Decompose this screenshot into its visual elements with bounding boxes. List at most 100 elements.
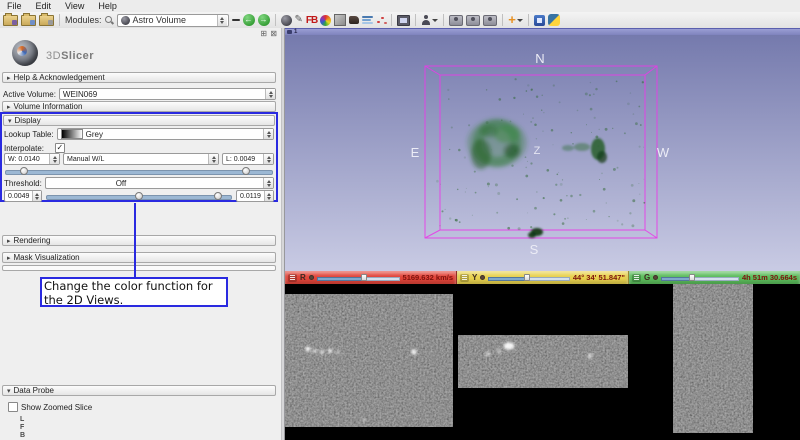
threshold-range-slider[interactable] — [45, 191, 233, 201]
section-display[interactable]: Display — [3, 115, 275, 126]
slice-image-views[interactable] — [285, 284, 800, 440]
menu-file[interactable]: File — [0, 1, 29, 11]
yellow-slice-controller[interactable]: Y 44° 34' 51.847" — [457, 271, 629, 284]
fb-module-icon[interactable]: FB — [306, 15, 318, 26]
slider-handle[interactable] — [524, 274, 531, 281]
toolbar-separator — [391, 14, 393, 26]
wl-mode-selector[interactable]: Manual W/L — [63, 153, 219, 165]
display-section-highlight-box: Display Lookup Table: Grey Interpolate: … — [0, 112, 278, 202]
section-mask-visualization[interactable]: Mask Visualization — [2, 252, 276, 263]
view3d-render-area[interactable]: N E Z W S — [285, 35, 800, 271]
section-help-acknowledgement[interactable]: Help & Acknowledgement — [2, 72, 276, 83]
section-data-probe[interactable]: Data Probe — [2, 385, 276, 396]
section-volume-information[interactable]: Volume Information — [2, 101, 276, 112]
menu-view[interactable]: View — [58, 1, 91, 11]
view3d-pin-icon[interactable] — [287, 30, 292, 34]
slice-pin-icon[interactable] — [308, 275, 314, 280]
slice-pin-icon[interactable] — [653, 275, 659, 280]
show-zoomed-slice-label: Show Zoomed Slice — [21, 402, 93, 412]
spinbox-arrows-icon — [263, 154, 273, 164]
slider-handle[interactable] — [361, 274, 368, 281]
menu-help[interactable]: Help — [91, 1, 124, 11]
combo-arrows-icon — [265, 89, 275, 99]
annotation-pointer-line — [134, 203, 136, 277]
screenshot-icon[interactable] — [397, 14, 411, 26]
window-level-range-slider[interactable] — [4, 167, 274, 176]
module-history-button[interactable] — [231, 19, 240, 21]
collapse-arrow-icon — [7, 236, 11, 245]
green-slice-image[interactable] — [673, 284, 753, 433]
module-search-icon[interactable] — [104, 15, 114, 25]
slider-handle-min[interactable] — [135, 191, 144, 200]
menu-edit[interactable]: Edit — [29, 1, 59, 11]
combo-arrows-icon — [216, 14, 227, 26]
slider-handle[interactable] — [689, 274, 696, 281]
orientation-label-w: W — [657, 145, 670, 160]
window-spinbox[interactable]: W: 0.0140 — [4, 153, 60, 165]
slice-view-letter: Y — [472, 273, 478, 282]
slice-view-letter: R — [300, 273, 306, 282]
toolbar-separator — [274, 14, 276, 26]
slice-pin-icon[interactable] — [480, 275, 486, 280]
grey-colormap-swatch-icon — [60, 129, 83, 139]
capture-view-icon-3[interactable] — [483, 14, 498, 26]
add-plus-button[interactable]: + — [508, 13, 523, 26]
section-rendering[interactable]: Rendering — [2, 235, 276, 246]
panel-popup-icon[interactable]: ⊞ — [260, 30, 267, 38]
load-data-button[interactable] — [21, 12, 36, 26]
user-account-button[interactable] — [421, 14, 439, 26]
green-slice-controller[interactable]: G 4h 51m 30.664s — [629, 271, 800, 284]
lookup-table-label: Lookup Table: — [4, 129, 54, 139]
slice-offset-slider[interactable] — [488, 274, 570, 282]
section-label: Display — [14, 116, 41, 125]
slice-menu-icon[interactable] — [460, 273, 469, 282]
yellow-slice-image[interactable] — [458, 335, 628, 388]
python-console-icon[interactable] — [547, 14, 560, 26]
slice-menu-icon[interactable] — [632, 273, 641, 282]
view3d-controller-bar[interactable]: 1 — [285, 28, 800, 35]
panel-close-icon[interactable]: ⊠ — [270, 30, 277, 38]
show-zoomed-slice-checkbox[interactable] — [8, 402, 18, 412]
annotate-pencil-icon[interactable]: ✎ — [295, 15, 303, 25]
volume-cube-icon[interactable] — [334, 14, 347, 26]
menu-bar: File Edit View Help — [0, 0, 800, 12]
threshold-min-spinbox[interactable]: 0.0049 — [4, 190, 42, 202]
empty-bar — [2, 265, 276, 271]
module-selector[interactable]: Astro Volume — [116, 13, 229, 27]
crop-wedge-icon[interactable] — [349, 16, 360, 24]
slice-view-letter: G — [644, 273, 651, 282]
threshold-mode-selector[interactable]: Off — [44, 177, 274, 189]
layers-icon[interactable] — [362, 15, 374, 25]
threshold-max-spinbox[interactable]: 0.0119 — [236, 190, 274, 202]
slice-menu-icon[interactable] — [288, 273, 297, 282]
slicer-application-window: File Edit View Help Modules: Astro Volum… — [0, 0, 800, 440]
collapse-arrow-icon — [7, 102, 11, 111]
active-volume-selector[interactable]: WEIN069 — [58, 88, 276, 100]
markup-points-icon[interactable] — [376, 16, 386, 25]
module-back-button[interactable]: ← — [242, 14, 255, 26]
capture-view-icon-2[interactable] — [466, 14, 481, 26]
slider-handle-max[interactable] — [214, 191, 223, 200]
interpolate-checkbox[interactable] — [55, 143, 66, 153]
load-dicom-button[interactable] — [3, 12, 18, 26]
save-button[interactable] — [39, 12, 54, 26]
colors-pinwheel-icon[interactable] — [320, 14, 332, 26]
threshold-min-value: 0.0049 — [8, 192, 30, 200]
extensions-manager-icon[interactable] — [533, 14, 545, 26]
module-forward-button[interactable]: → — [257, 14, 270, 26]
red-slice-image[interactable] — [285, 294, 453, 427]
red-slice-controller[interactable]: R 5169.632 km/s — [285, 271, 457, 284]
lookup-table-selector[interactable]: Grey — [56, 128, 274, 140]
astro-sphere-icon[interactable] — [280, 14, 292, 26]
combo-arrows-icon — [263, 178, 273, 188]
orientation-label-n: N — [535, 51, 544, 66]
threshold-max-value: 0.0119 — [240, 192, 261, 200]
section-label: Rendering — [13, 236, 51, 245]
wl-mode-value: Manual W/L — [67, 155, 105, 163]
slice-offset-slider[interactable] — [661, 274, 739, 282]
level-spinbox[interactable]: L: 0.0049 — [222, 153, 274, 165]
slice-offset-value: 44° 34' 51.847" — [572, 273, 625, 282]
slice-offset-slider[interactable] — [316, 274, 400, 282]
capture-view-icon-1[interactable] — [449, 14, 464, 26]
slider-handle-max[interactable] — [241, 167, 250, 175]
